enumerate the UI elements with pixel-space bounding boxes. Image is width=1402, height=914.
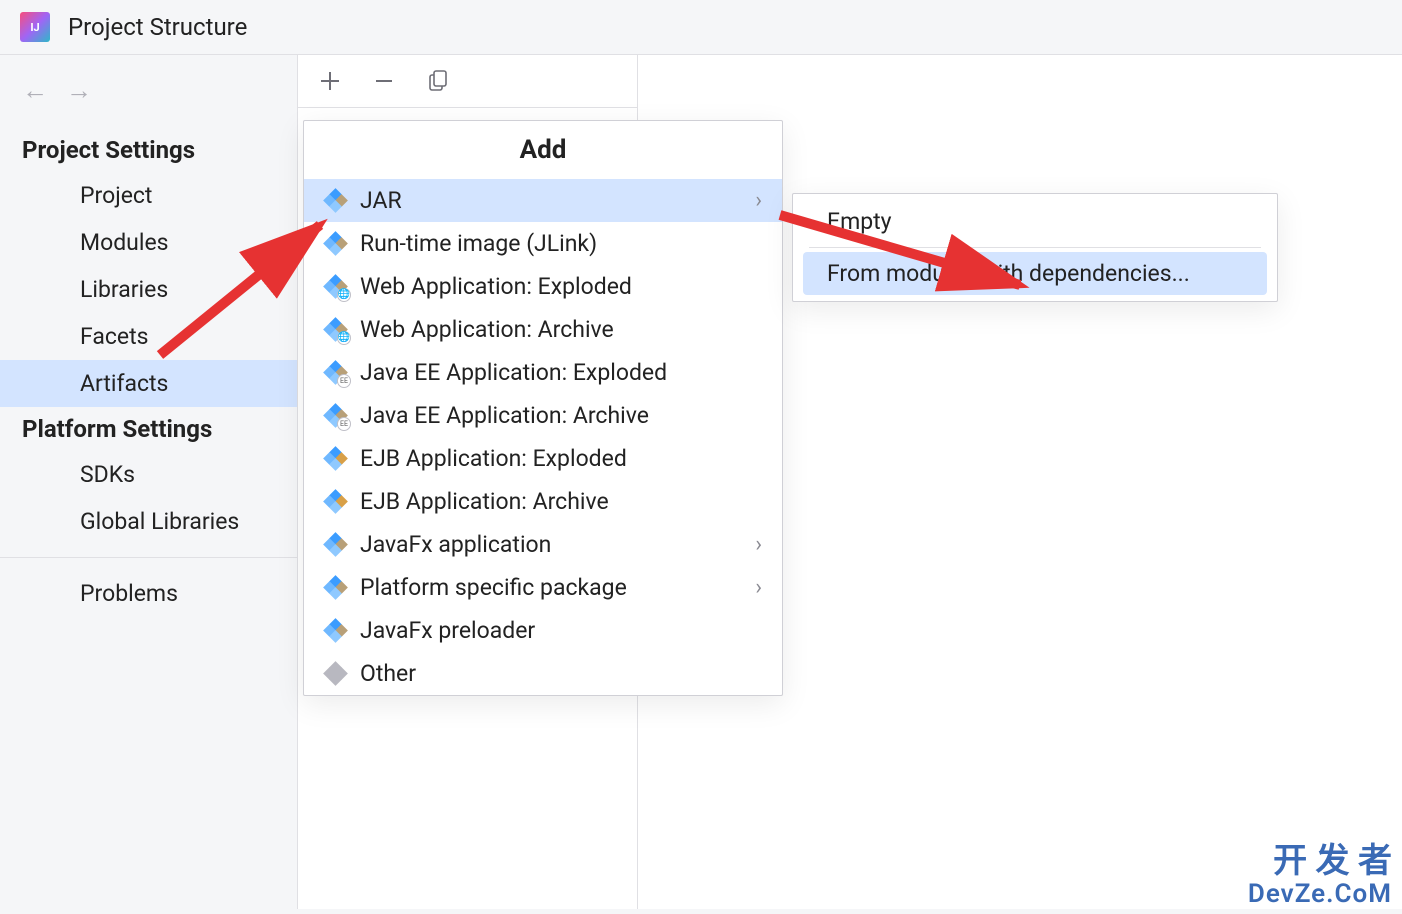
remove-button[interactable] bbox=[370, 67, 398, 95]
sidebar-item-libraries[interactable]: Libraries bbox=[0, 266, 297, 313]
forward-arrow-icon[interactable]: → bbox=[66, 75, 92, 106]
submenu-item-from-modules[interactable]: From modules with dependencies... bbox=[803, 252, 1267, 295]
section-platform-settings: Platform Settings bbox=[0, 407, 297, 451]
add-button[interactable] bbox=[316, 67, 344, 95]
menu-item-label: Run-time image (JLink) bbox=[360, 230, 597, 257]
toolbar bbox=[298, 55, 637, 108]
divider bbox=[0, 557, 297, 558]
add-menu-item[interactable]: EE Java EE Application: Archive bbox=[304, 394, 782, 437]
add-menu-item[interactable]: Run-time image (JLink) bbox=[304, 222, 782, 265]
artifact-type-icon bbox=[324, 447, 348, 471]
chevron-right-icon: › bbox=[755, 188, 762, 213]
menu-item-label: EJB Application: Exploded bbox=[360, 445, 627, 472]
sidebar-item-global-libraries[interactable]: Global Libraries bbox=[0, 498, 297, 545]
sidebar-item-problems[interactable]: Problems bbox=[0, 570, 297, 617]
menu-item-label: JavaFx preloader bbox=[360, 617, 535, 644]
add-menu-item[interactable]: Other bbox=[304, 652, 782, 695]
divider bbox=[809, 247, 1261, 248]
back-arrow-icon[interactable]: ← bbox=[22, 75, 48, 106]
menu-item-label: Other bbox=[360, 660, 416, 687]
window-header: Project Structure bbox=[0, 0, 1402, 55]
menu-item-label: JAR bbox=[360, 187, 402, 214]
app-icon bbox=[20, 12, 50, 42]
menu-item-label: Web Application: Exploded bbox=[360, 273, 632, 300]
artifact-type-icon bbox=[324, 533, 348, 557]
artifact-type-icon bbox=[324, 619, 348, 643]
chevron-right-icon: › bbox=[755, 532, 762, 557]
sidebar: ← → Project Settings Project Modules Lib… bbox=[0, 55, 298, 909]
add-artifact-popup: Add JAR › Run-time image (JLink) 🌐 Web Appli… bbox=[303, 120, 783, 696]
add-menu-item[interactable]: JavaFx application › bbox=[304, 523, 782, 566]
watermark: 开 发 者 DevZe.CoM bbox=[1248, 843, 1392, 909]
popup-title: Add bbox=[304, 121, 782, 179]
sidebar-item-facets[interactable]: Facets bbox=[0, 313, 297, 360]
artifact-type-icon: 🌐 bbox=[324, 275, 348, 299]
menu-item-label: Java EE Application: Archive bbox=[360, 402, 649, 429]
artifact-type-icon bbox=[324, 662, 348, 686]
menu-item-label: JavaFx application bbox=[360, 531, 551, 558]
section-project-settings: Project Settings bbox=[0, 128, 297, 172]
submenu-item-empty[interactable]: Empty bbox=[803, 200, 1267, 243]
jar-submenu-popup: Empty From modules with dependencies... bbox=[792, 193, 1278, 302]
artifact-type-icon: EE bbox=[324, 361, 348, 385]
artifact-type-icon: 🌐 bbox=[324, 318, 348, 342]
artifact-type-icon bbox=[324, 189, 348, 213]
add-menu-item[interactable]: 🌐 Web Application: Exploded bbox=[304, 265, 782, 308]
add-menu-item[interactable]: Platform specific package › bbox=[304, 566, 782, 609]
sidebar-item-sdks[interactable]: SDKs bbox=[0, 451, 297, 498]
add-menu-item[interactable]: JavaFx preloader bbox=[304, 609, 782, 652]
add-menu-item[interactable]: EJB Application: Archive bbox=[304, 480, 782, 523]
menu-item-label: Java EE Application: Exploded bbox=[360, 359, 667, 386]
menu-item-label: EJB Application: Archive bbox=[360, 488, 609, 515]
menu-item-label: Platform specific package bbox=[360, 574, 627, 601]
sidebar-item-modules[interactable]: Modules bbox=[0, 219, 297, 266]
copy-button[interactable] bbox=[424, 67, 452, 95]
sidebar-item-artifacts[interactable]: Artifacts bbox=[0, 360, 297, 407]
sidebar-item-project[interactable]: Project bbox=[0, 172, 297, 219]
menu-item-label: Web Application: Archive bbox=[360, 316, 614, 343]
add-menu-item[interactable]: JAR › bbox=[304, 179, 782, 222]
artifact-type-icon bbox=[324, 576, 348, 600]
add-menu-item[interactable]: 🌐 Web Application: Archive bbox=[304, 308, 782, 351]
window-title: Project Structure bbox=[68, 13, 247, 41]
artifact-type-icon bbox=[324, 490, 348, 514]
add-menu-item[interactable]: EJB Application: Exploded bbox=[304, 437, 782, 480]
add-menu-item[interactable]: EE Java EE Application: Exploded bbox=[304, 351, 782, 394]
artifact-type-icon: EE bbox=[324, 404, 348, 428]
chevron-right-icon: › bbox=[755, 575, 762, 600]
artifact-type-icon bbox=[324, 232, 348, 256]
